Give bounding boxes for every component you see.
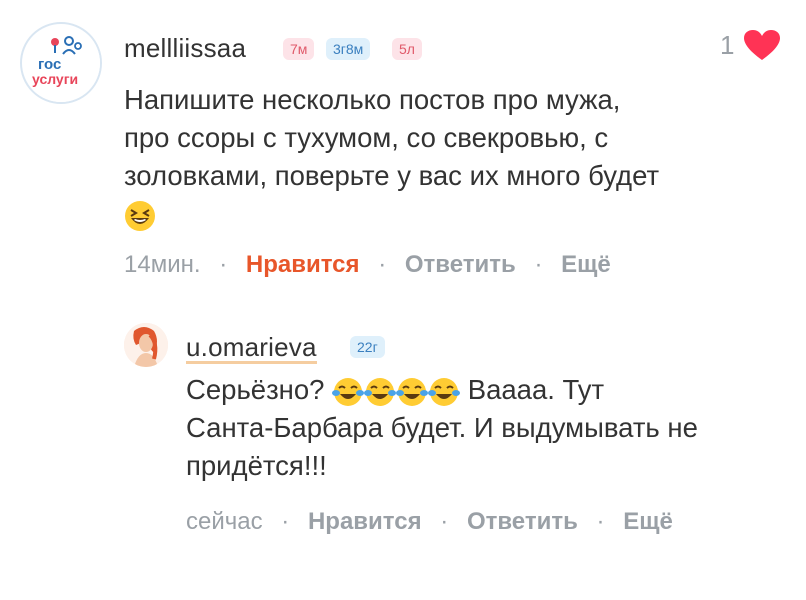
reply-text: Серьёзно? Ваааа. Тут Санта-Барбара будет… — [186, 371, 786, 485]
heart-icon[interactable] — [744, 30, 780, 62]
badge-years: 5л — [392, 38, 422, 60]
comment-text-line-3: золовками, поверьте у вас их много будет — [124, 160, 660, 191]
squinting-laugh-emoji-icon — [125, 200, 155, 231]
reply-text-line-2: Санта-Барбара будет. И выдумывать не — [186, 412, 698, 443]
badge-months: 7м — [283, 38, 315, 60]
reply-text-line-3: придётся!!! — [186, 450, 327, 481]
reply-text-prefix: Серьёзно? — [186, 374, 325, 405]
reply-text-line-1: Серьёзно? Ваааа. Тут — [186, 371, 786, 409]
tears-of-joy-emoji-icon — [428, 377, 461, 406]
badge-years: 22г — [350, 336, 385, 358]
reply-reply-button[interactable]: Ответить — [467, 508, 578, 536]
tears-of-joy-emoji-icon — [332, 377, 365, 406]
more-button[interactable]: Ещё — [561, 251, 611, 279]
comment-text: Напишите несколько постов про мужа, про … — [124, 81, 764, 233]
like-count: 1 — [720, 30, 735, 60]
reply-like-button[interactable]: Нравится — [308, 508, 422, 536]
gosuslugi-logo-icon: гос услуги — [23, 25, 100, 102]
comment-time: 14мин. — [124, 251, 201, 278]
like-button[interactable]: Нравится — [246, 251, 360, 279]
user-portrait-icon — [124, 323, 168, 367]
reply-button[interactable]: Ответить — [405, 251, 516, 279]
tears-of-joy-emoji-icon — [396, 377, 429, 406]
tears-of-joy-emoji-group — [332, 374, 468, 406]
comment-text-line-2: про ссоры с тухумом, со свекровью, с — [124, 122, 609, 153]
comment-meta: 14мин. · Нравится · Ответить · Ещё — [124, 251, 611, 279]
tears-of-joy-emoji-icon — [364, 377, 397, 406]
avatar-u-omarieva[interactable] — [124, 323, 168, 367]
reply-more-button[interactable]: Ещё — [623, 508, 673, 536]
username-u-omarieva[interactable]: u.omarieva — [186, 333, 317, 364]
reply-time: сейчас — [186, 508, 263, 535]
comment-text-line-1: Напишите несколько постов про мужа, — [124, 84, 621, 115]
avatar-text-uslugi: услуги — [32, 71, 78, 87]
avatar-gosuslugi[interactable]: гос услуги — [20, 22, 102, 104]
username-mellliissaa[interactable]: mellliissaa — [124, 33, 246, 64]
reply-meta: сейчас · Нравится · Ответить · Ещё — [186, 508, 673, 536]
badge-years-months: 3г8м — [326, 38, 371, 60]
reply-text-suffix: Ваааа. Тут — [467, 374, 605, 405]
